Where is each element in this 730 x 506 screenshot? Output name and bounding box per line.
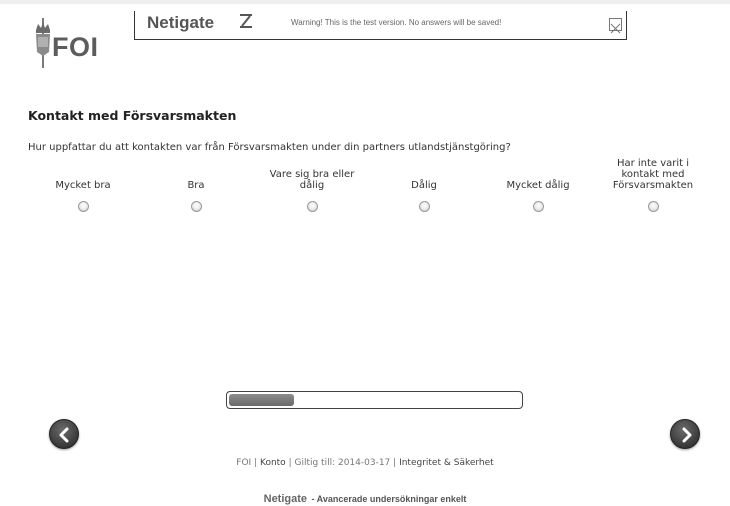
option-label: Vare sig bra eller dålig	[269, 169, 355, 191]
footer-valid-until: Giltig till: 2014-03-17	[294, 458, 391, 468]
radio-dalig[interactable]	[419, 201, 430, 212]
option-label: Mycket dålig	[506, 180, 570, 191]
netigate-brand: Netigate	[147, 13, 215, 32]
test-version-warning: Warning! This is the test version. No an…	[291, 18, 502, 27]
progress-bar	[226, 391, 523, 409]
close-banner-button[interactable]	[609, 18, 622, 34]
option-mycket-bra[interactable]: Mycket bra	[28, 155, 138, 215]
footer-links: FOI | Konto | Giltig till: 2014-03-17 | …	[0, 458, 730, 468]
footer-privacy-link[interactable]: Integritet & Säkerhet	[399, 458, 494, 468]
top-border	[0, 0, 730, 4]
close-icon[interactable]	[610, 23, 621, 34]
footer-brand: Netigate - Avancerade undersökningar enk…	[0, 489, 730, 506]
option-label: Dålig	[411, 180, 437, 191]
netigate-mark-icon	[240, 14, 252, 28]
logo-text: FOI	[52, 32, 99, 62]
footer-account-link[interactable]: Konto	[260, 458, 286, 468]
radio-bra[interactable]	[191, 201, 202, 212]
option-label: Mycket bra	[55, 180, 111, 191]
option-label: Bra	[187, 180, 205, 191]
option-dalig[interactable]: Dålig	[369, 155, 479, 215]
radio-ingen-kontakt[interactable]	[648, 201, 659, 212]
crown-emblem-icon	[36, 18, 50, 68]
option-bra[interactable]: Bra	[141, 155, 251, 215]
option-vare-sig[interactable]: Vare sig bra eller dålig	[256, 155, 368, 215]
footer-brand-name: Netigate	[263, 493, 308, 505]
footer-org: FOI	[236, 458, 252, 468]
chevron-left-icon[interactable]	[56, 426, 74, 444]
option-mycket-dalig[interactable]: Mycket dålig	[483, 155, 593, 215]
chevron-right-icon[interactable]	[677, 426, 695, 444]
radio-mycket-dalig[interactable]	[533, 201, 544, 212]
question-text: Hur uppfattar du att kontakten var från …	[28, 142, 511, 153]
radio-vare-sig[interactable]	[307, 201, 318, 212]
option-ingen-kontakt[interactable]: Har inte varit i kontakt med Försvarsmak…	[601, 155, 705, 215]
progress-fill	[229, 394, 294, 406]
previous-page-button[interactable]	[49, 419, 79, 449]
foi-logo: FOI	[32, 18, 122, 68]
question-title: Kontakt med Försvarsmakten	[28, 108, 237, 123]
footer-tagline: - Avancerade undersökningar enkelt	[311, 494, 467, 504]
radio-mycket-bra[interactable]	[78, 201, 89, 212]
next-page-button[interactable]	[670, 419, 700, 449]
test-version-banner: Netigate Warning! This is the test versi…	[134, 11, 627, 40]
option-label: Har inte varit i kontakt med Försvarsmak…	[612, 158, 694, 191]
